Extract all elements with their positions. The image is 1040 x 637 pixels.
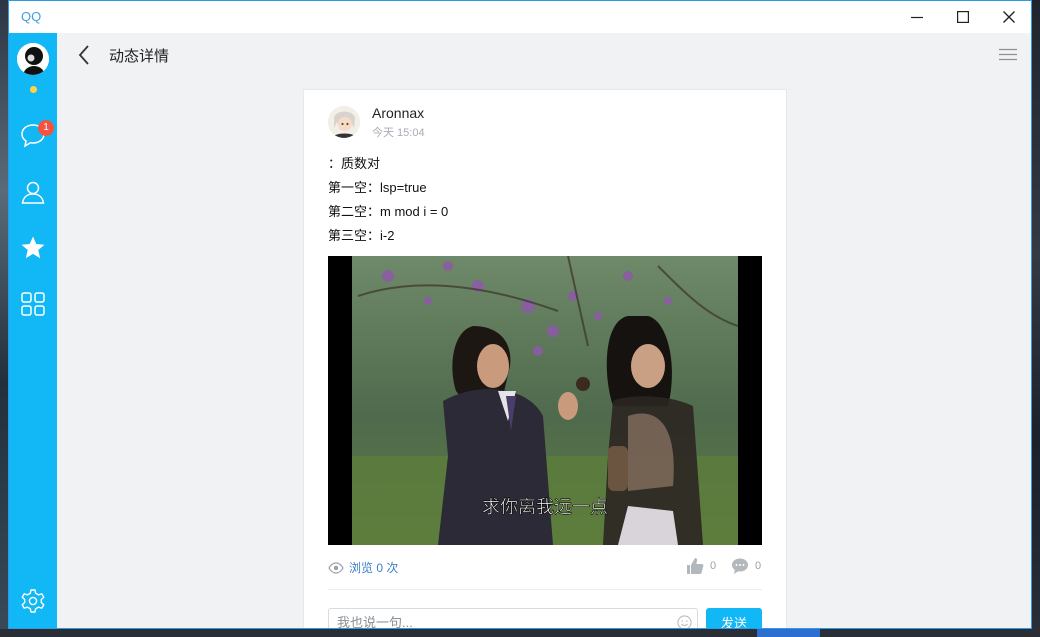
emoji-icon[interactable] bbox=[677, 615, 692, 629]
sidebar-item-contacts[interactable] bbox=[19, 178, 47, 206]
comment-field[interactable] bbox=[328, 608, 698, 629]
close-button[interactable] bbox=[986, 1, 1031, 33]
comment-button[interactable]: 0 bbox=[731, 557, 761, 575]
view-count[interactable]: 浏览 0 次 bbox=[328, 559, 398, 576]
post-text-line: 第二空：m mod i = 0 bbox=[328, 204, 449, 219]
post-timestamp: 今天 15:04 bbox=[372, 127, 425, 139]
apps-grid-icon bbox=[21, 292, 45, 316]
chevron-left-icon bbox=[78, 45, 89, 65]
post-text-line: ：质数对 bbox=[328, 156, 381, 171]
contacts-icon bbox=[21, 181, 45, 204]
avatar-image bbox=[17, 43, 49, 75]
page-header: 动态详情 bbox=[57, 33, 1031, 79]
sidebar-item-favorites[interactable] bbox=[19, 234, 47, 262]
like-count: 0 bbox=[710, 560, 717, 572]
qq-window: QQ 1 动态详情 Aronnax 今天 15:04 ：质数对 第一空：lsp=… bbox=[8, 0, 1032, 629]
comment-bubble-icon bbox=[732, 558, 748, 574]
desktop-taskbar-strip bbox=[0, 629, 1040, 637]
sidebar-item-apps[interactable] bbox=[19, 290, 47, 318]
image-subtitle: 求你离我远一点 bbox=[482, 497, 608, 518]
eye-icon bbox=[328, 561, 344, 574]
page-title: 动态详情 bbox=[109, 48, 170, 65]
online-status-dot bbox=[30, 86, 37, 93]
comment-count: 0 bbox=[755, 560, 762, 572]
sidebar-item-settings[interactable] bbox=[19, 587, 47, 615]
post-card: Aronnax 今天 15:04 ：质数对 第一空：lsp=true 第二空：m… bbox=[303, 89, 787, 629]
app-title: QQ bbox=[21, 9, 42, 24]
close-icon bbox=[1003, 11, 1015, 23]
meme-photo: 求你离我远一点 bbox=[328, 256, 762, 545]
minimize-icon bbox=[911, 16, 923, 19]
unread-badge: 1 bbox=[38, 120, 54, 136]
divider bbox=[328, 589, 762, 590]
author-avatar-image bbox=[328, 106, 360, 138]
author-name[interactable]: Aronnax bbox=[372, 105, 424, 121]
post-text-line: 第一空：lsp=true bbox=[328, 180, 427, 195]
view-count-label: 浏览 0 次 bbox=[349, 561, 399, 575]
sidebar: 1 bbox=[9, 33, 57, 628]
title-bar[interactable]: QQ bbox=[9, 1, 1031, 33]
send-button[interactable]: 发送 bbox=[706, 608, 762, 628]
desktop-background-left bbox=[0, 0, 8, 637]
settings-gear-icon bbox=[21, 589, 45, 613]
back-button[interactable] bbox=[75, 43, 95, 67]
post-text-line: 第三空：i-2 bbox=[328, 228, 395, 243]
thumbs-up-icon bbox=[687, 558, 704, 574]
more-menu-button[interactable] bbox=[997, 45, 1019, 65]
post-image[interactable]: 求你离我远一点 bbox=[328, 256, 762, 545]
maximize-button[interactable] bbox=[940, 1, 986, 33]
minimize-button[interactable] bbox=[894, 1, 940, 33]
user-avatar[interactable] bbox=[17, 43, 49, 75]
hamburger-menu-icon bbox=[999, 48, 1017, 61]
taskbar-active-item[interactable] bbox=[757, 629, 820, 637]
maximize-icon bbox=[957, 11, 969, 23]
author-avatar[interactable] bbox=[328, 106, 360, 138]
star-icon bbox=[21, 236, 45, 259]
post-content: ：质数对 第一空：lsp=true 第二空：m mod i = 0 第三空：i-… bbox=[328, 152, 768, 248]
comment-input[interactable] bbox=[329, 609, 697, 628]
like-button[interactable]: 0 bbox=[686, 557, 716, 575]
post-actions: 浏览 0 次 0 0 bbox=[328, 557, 762, 581]
desktop-background-right bbox=[1032, 0, 1040, 637]
